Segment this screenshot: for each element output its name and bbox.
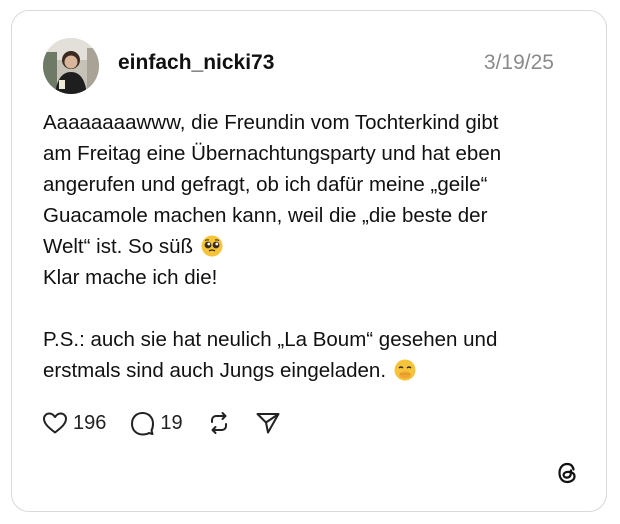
heart-icon bbox=[43, 412, 67, 434]
repost-icon bbox=[210, 412, 227, 434]
repost-button[interactable] bbox=[207, 411, 231, 435]
reply-button[interactable]: 19 bbox=[130, 411, 183, 436]
post-card: einfach_nicki73 3/19/25 Aaaaaaaawww, die… bbox=[11, 10, 607, 512]
smiling-face-with-hand-over-mouth-emoji bbox=[394, 359, 416, 381]
post-line-with-emoji: erstmals sind auch Jungs eingeladen. bbox=[43, 355, 583, 386]
post-line: Welt“ ist. So süß bbox=[43, 235, 193, 258]
like-button[interactable]: 196 bbox=[42, 411, 106, 435]
pleading-face-emoji bbox=[201, 235, 223, 257]
post-line: P.S.: auch sie hat neulich „La Boum“ ges… bbox=[43, 328, 498, 351]
threads-logo-icon[interactable] bbox=[554, 460, 580, 486]
share-button[interactable] bbox=[255, 411, 281, 435]
post-line: angerufen und gefragt, ob ich dafür mein… bbox=[43, 173, 488, 196]
post-line: am Freitag eine Übernachtungsparty und h… bbox=[43, 142, 502, 165]
post-line: Klar mache ich die! bbox=[43, 266, 218, 289]
post-line: Guacamole machen kann, weil die „die bes… bbox=[43, 204, 488, 227]
username[interactable]: einfach_nicki73 bbox=[118, 51, 274, 75]
like-count: 196 bbox=[73, 411, 107, 434]
post-line-with-emoji: Welt“ ist. So süß bbox=[43, 231, 583, 262]
avatar[interactable] bbox=[43, 38, 99, 94]
reply-count: 19 bbox=[160, 411, 183, 434]
post-line: erstmals sind auch Jungs eingeladen. bbox=[43, 359, 387, 382]
post-line: Aaaaaaaawww, die Freundin vom Tochterkin… bbox=[43, 111, 499, 134]
post-date: 3/19/25 bbox=[483, 51, 554, 74]
post-text: Aaaaaaaawww, die Freundin vom Tochterkin… bbox=[43, 107, 583, 386]
comment-icon bbox=[131, 411, 155, 435]
action-bar: 196 19 bbox=[42, 407, 281, 439]
share-icon bbox=[256, 413, 280, 434]
